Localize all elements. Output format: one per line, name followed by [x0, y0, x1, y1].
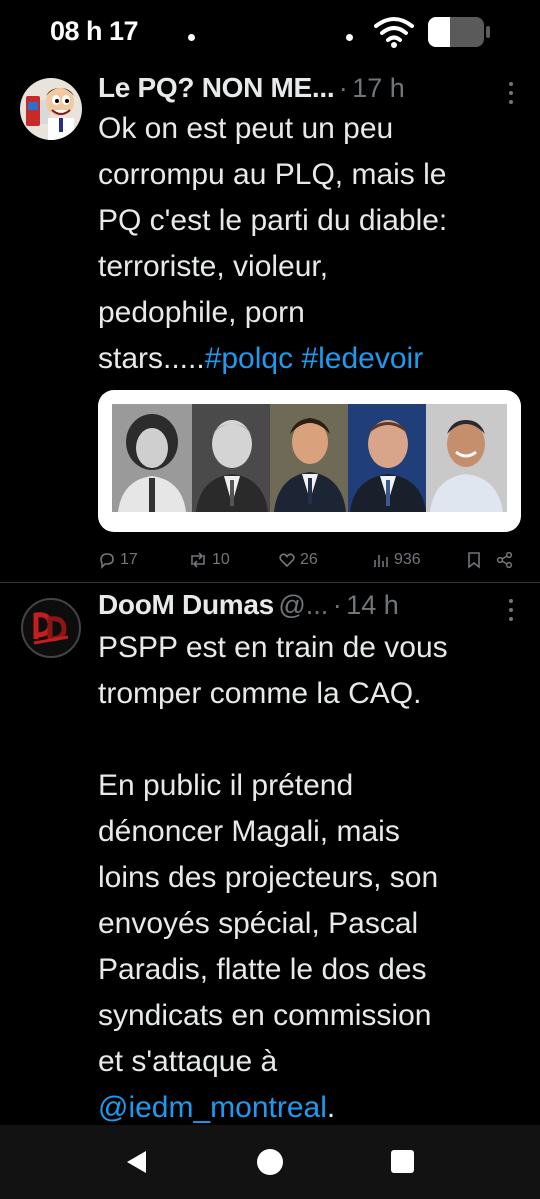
- timestamp[interactable]: 14 h: [346, 590, 399, 620]
- view-count: 936: [394, 551, 421, 568]
- navigation-bar: [0, 1125, 540, 1199]
- tweet[interactable]: DooM Dumas @... · 14 h PSPP est en train…: [0, 583, 540, 1124]
- views-button[interactable]: 936: [372, 548, 421, 572]
- handle[interactable]: @...: [278, 590, 328, 620]
- tweet-text: PSPP est en train de vous tromper comme …: [98, 625, 528, 1131]
- tweet-text-line: et s'attaque à: [98, 1045, 278, 1078]
- tweet-header: Le PQ? NON ME... · 17 h: [98, 72, 520, 108]
- views-icon: [374, 555, 388, 567]
- tweet-text-line: loins des projecteurs, son: [98, 861, 439, 894]
- repost-count: 10: [212, 551, 230, 568]
- tweet-text-line: PSPP est en train de vous: [98, 631, 448, 664]
- avatar[interactable]: [20, 597, 82, 659]
- tweet-text-line: stars.....#polqc #ledevoir: [98, 336, 528, 382]
- mention-link[interactable]: @iedm_montreal: [98, 1091, 327, 1124]
- back-icon[interactable]: [124, 1149, 150, 1175]
- timestamp[interactable]: 17 h: [352, 73, 405, 103]
- tweet-text-line: tromper comme la CAQ.: [98, 677, 422, 710]
- hashtag-link[interactable]: #ledevoir: [301, 342, 423, 375]
- tweet-text-line: syndicats en commission: [98, 999, 432, 1032]
- status-dot-icon: [346, 34, 353, 41]
- portrait-photo: [192, 404, 272, 512]
- separator: ·: [338, 73, 348, 103]
- bookmark-icon: [468, 552, 480, 569]
- reply-button[interactable]: 17: [98, 548, 138, 572]
- status-time: 08 h 17: [50, 16, 139, 46]
- repost-button[interactable]: 10: [188, 548, 230, 572]
- portrait-photo: [270, 404, 350, 512]
- battery-tip: [486, 26, 490, 38]
- tweet-text-line: pedophile, porn: [98, 296, 305, 329]
- display-name[interactable]: DooM Dumas: [98, 589, 274, 620]
- tweet[interactable]: Le PQ? NON ME... · 17 h Ok on est peut u…: [0, 62, 540, 582]
- notification-dot-icon: [188, 34, 195, 41]
- battery-level: [428, 17, 451, 47]
- logo-avatar-icon: [20, 597, 82, 659]
- hashtag-link[interactable]: #polqc: [205, 342, 293, 375]
- display-name[interactable]: Le PQ? NON ME...: [98, 72, 335, 103]
- recents-icon[interactable]: [391, 1150, 414, 1173]
- tweet-text-line: [98, 717, 528, 763]
- tweet-text-line: En public il prétend: [98, 769, 354, 802]
- tweet-text-line: envoyés spécial, Pascal: [98, 907, 419, 940]
- tweet-text-line: terroriste, violeur,: [98, 250, 329, 283]
- media-image[interactable]: [98, 390, 521, 532]
- repost-icon: [191, 552, 205, 568]
- bookmark-button[interactable]: [466, 548, 482, 572]
- cartoon-avatar-icon: [20, 78, 82, 140]
- battery-icon: [428, 17, 484, 47]
- heart-icon: [279, 553, 295, 568]
- portrait-photo: [426, 404, 507, 512]
- home-icon[interactable]: [257, 1149, 283, 1175]
- tweet-text-line: Paradis, flatte le dos des: [98, 953, 427, 986]
- status-bar: 08 h 17: [0, 0, 540, 62]
- portrait-photo: [348, 404, 428, 512]
- tweet-text-line: corrompu au PLQ, mais le: [98, 158, 447, 191]
- tweet-text-line: dénoncer Magali, mais: [98, 815, 400, 848]
- portrait-photo: [112, 404, 192, 512]
- avatar[interactable]: [20, 78, 82, 140]
- reply-count: 17: [120, 551, 138, 568]
- like-count: 26: [300, 551, 318, 568]
- tweet-header: DooM Dumas @... · 14 h: [98, 589, 520, 625]
- tweet-text: Ok on est peut un peu corrompu au PLQ, m…: [98, 106, 528, 382]
- tweet-actions: 17 10 26 936: [98, 548, 518, 572]
- share-button[interactable]: [496, 548, 514, 572]
- tweet-text-line: PQ c'est le parti du diable:: [98, 204, 448, 237]
- more-options-icon[interactable]: [508, 599, 514, 621]
- tweet-text-line: Ok on est peut un peu: [98, 112, 394, 145]
- like-button[interactable]: 26: [278, 548, 318, 572]
- more-options-icon[interactable]: [508, 82, 514, 104]
- separator: ·: [332, 590, 342, 620]
- text-fragment: stars.....: [98, 342, 205, 375]
- text-fragment: .: [326, 1091, 336, 1124]
- share-icon: [496, 551, 513, 569]
- wifi-icon: [374, 17, 414, 48]
- reply-icon: [100, 553, 114, 569]
